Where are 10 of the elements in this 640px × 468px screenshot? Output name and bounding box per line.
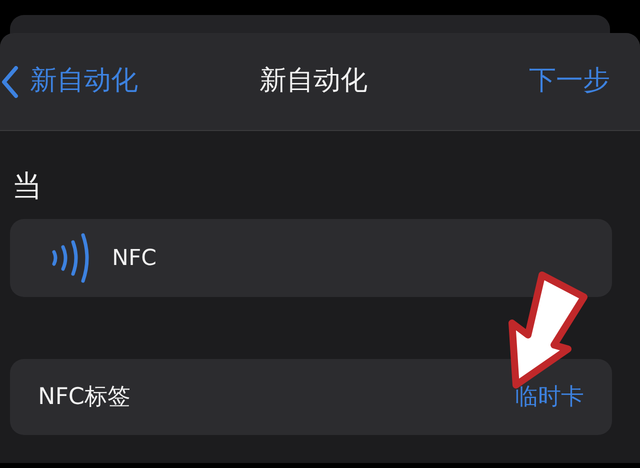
nav-title: 新自动化 <box>260 64 368 98</box>
setting-row[interactable]: NFC标签 临时卡 <box>10 359 612 435</box>
setting-label: NFC标签 <box>38 382 130 412</box>
setting-value-link[interactable]: 临时卡 <box>515 380 584 414</box>
trigger-label: NFC <box>112 244 156 272</box>
chevron-left-icon <box>0 66 20 98</box>
trigger-row[interactable]: NFC <box>10 219 612 297</box>
back-button[interactable]: 新自动化 <box>0 61 138 102</box>
section-header: 当 <box>11 168 43 205</box>
next-button[interactable]: 下一步 <box>529 61 610 102</box>
